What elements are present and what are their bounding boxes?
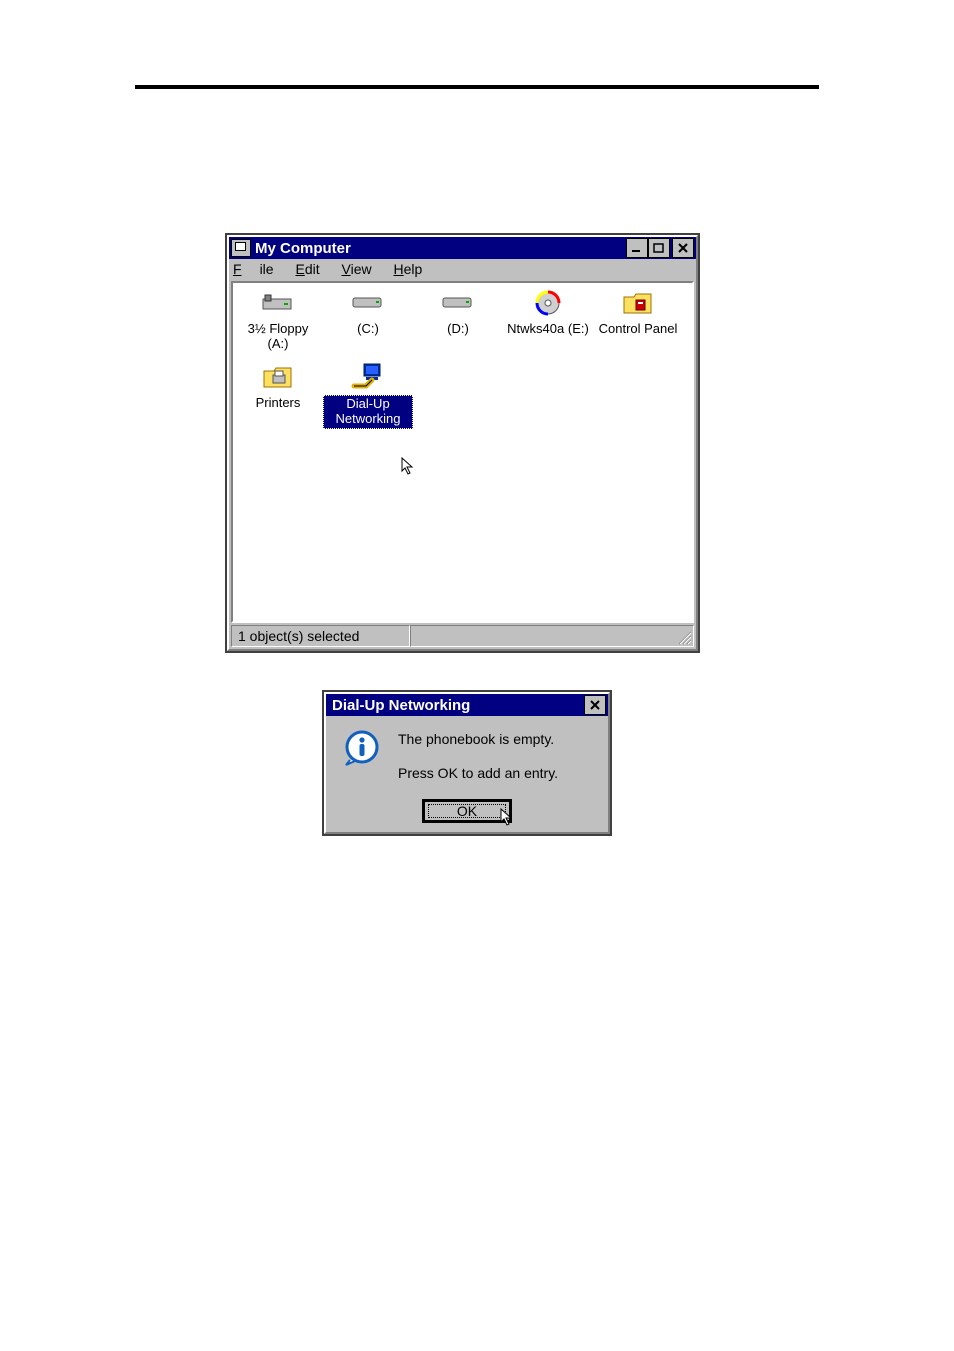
resize-grip-icon[interactable]	[676, 629, 692, 645]
minimize-icon	[631, 243, 643, 253]
menu-edit[interactable]: Edit	[295, 261, 319, 277]
item-label: (C:)	[354, 321, 382, 338]
ok-button[interactable]: OK	[423, 800, 511, 822]
dialog-title: Dial-Up Networking	[332, 697, 470, 714]
hard-drive-icon	[350, 289, 386, 317]
dial-up-networking-icon	[350, 363, 386, 391]
item-label: Printers	[253, 395, 304, 412]
item-drive-e[interactable]: Ntwks40a (E:)	[503, 289, 593, 353]
titlebar[interactable]: My Computer	[229, 237, 696, 259]
item-printers[interactable]: Printers	[233, 363, 323, 429]
page-divider	[135, 85, 819, 89]
item-label: Ntwks40a (E:)	[504, 321, 592, 338]
maximize-icon	[653, 243, 665, 253]
item-drive-c[interactable]: (C:)	[323, 289, 413, 353]
dial-up-networking-dialog: Dial-Up Networking	[322, 690, 612, 836]
menu-file[interactable]: File	[233, 261, 274, 277]
my-computer-window: My Computer File Ed	[225, 233, 700, 653]
status-pane-empty	[410, 625, 694, 647]
menu-view[interactable]: View	[342, 261, 372, 277]
cursor-icon	[401, 457, 417, 477]
close-icon	[677, 243, 689, 253]
printers-folder-icon	[260, 363, 296, 391]
close-button[interactable]	[672, 238, 694, 258]
item-control-panel[interactable]: Control Panel	[593, 289, 683, 353]
close-icon	[589, 700, 601, 710]
status-text: 1 object(s) selected	[231, 625, 410, 647]
item-floppy-a[interactable]: 3½ Floppy (A:)	[233, 289, 323, 353]
item-label: (D:)	[444, 321, 472, 338]
my-computer-icon	[231, 239, 251, 257]
floppy-drive-icon	[260, 289, 296, 317]
menu-help[interactable]: Help	[394, 261, 423, 277]
control-panel-folder-icon	[620, 289, 656, 317]
menu-bar: File Edit View Help	[229, 259, 696, 281]
dialog-line1: The phonebook is empty.	[398, 730, 558, 748]
item-label: Control Panel	[596, 321, 681, 338]
item-label: Dial-Up Networking	[323, 395, 413, 429]
dialog-titlebar[interactable]: Dial-Up Networking	[326, 694, 608, 716]
dialog-message: The phonebook is empty. Press OK to add …	[398, 730, 558, 798]
dialog-line2: Press OK to add an entry.	[398, 764, 558, 782]
minimize-button[interactable]	[626, 238, 648, 258]
item-label: 3½ Floppy (A:)	[233, 321, 323, 353]
item-dial-up-networking[interactable]: Dial-Up Networking	[323, 363, 413, 429]
info-icon	[344, 730, 380, 766]
icon-view[interactable]: 3½ Floppy (A:) (C:) (D:)	[231, 281, 694, 623]
maximize-button[interactable]	[648, 238, 670, 258]
status-bar: 1 object(s) selected	[231, 625, 694, 647]
item-drive-d[interactable]: (D:)	[413, 289, 503, 353]
hard-drive-icon	[440, 289, 476, 317]
window-title: My Computer	[255, 240, 351, 257]
dialog-close-button[interactable]	[584, 695, 606, 715]
cd-drive-icon	[530, 289, 566, 317]
